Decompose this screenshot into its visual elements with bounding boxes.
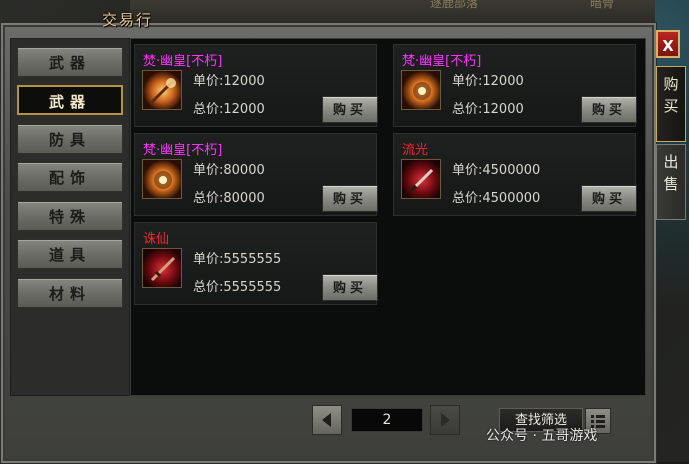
unit-price: 单价:4500000 <box>452 163 541 178</box>
arrow-right-icon <box>441 413 450 427</box>
unit-price: 单价:12000 <box>193 74 265 89</box>
total-price: 总价:5555555 <box>193 280 282 295</box>
total-price: 总价:80000 <box>193 191 265 206</box>
arrow-left-icon <box>322 413 331 427</box>
location-label: 暗骨 <box>590 0 615 10</box>
category-sidebar: 武器 武器 防具 配饰 特殊 道具 材料 <box>10 38 130 396</box>
buy-button[interactable]: 购买 <box>581 185 637 212</box>
item-card: 梵·幽皇[不朽] 单价:80000 总价:80000 购买 <box>134 133 378 216</box>
item-card: 诛仙 单价:5555555 总价:5555555 购买 <box>134 222 378 305</box>
buy-button[interactable]: 购买 <box>322 185 378 212</box>
category-armor[interactable]: 防具 <box>17 124 123 154</box>
flame-staff-icon[interactable] <box>142 70 182 110</box>
tab-sell[interactable]: 出售 <box>656 144 686 220</box>
location-label: 逐鹿部落 <box>430 0 479 10</box>
buy-button[interactable]: 购买 <box>322 274 378 301</box>
category-materials[interactable]: 材料 <box>17 278 123 308</box>
item-card: 梵·幽皇[不朽] 单价:12000 总价:12000 购买 <box>393 44 637 127</box>
watermark: 公众号 · 五哥游戏 <box>486 428 598 444</box>
category-weapons-selected[interactable]: 武器 <box>17 85 123 115</box>
category-items[interactable]: 道具 <box>17 239 123 269</box>
item-name: 诛仙 <box>143 232 170 247</box>
buy-button[interactable]: 购买 <box>322 96 378 123</box>
next-page-button[interactable] <box>430 405 460 435</box>
item-name: 梵·幽皇[不朽] <box>143 143 223 158</box>
item-card: 焚·幽皇[不朽] 单价:12000 总价:12000 购买 <box>134 44 378 127</box>
category-special[interactable]: 特殊 <box>17 201 123 231</box>
total-price: 总价:12000 <box>193 102 265 117</box>
item-name: 梵·幽皇[不朽] <box>402 54 482 69</box>
flame-orb-icon[interactable] <box>401 70 441 110</box>
total-price: 总价:4500000 <box>452 191 541 206</box>
category-accessories[interactable]: 配饰 <box>17 162 123 192</box>
page-number: 2 <box>351 408 423 432</box>
total-price: 总价:12000 <box>452 102 524 117</box>
unit-price: 单价:80000 <box>193 163 265 178</box>
red-sword-icon[interactable] <box>142 248 182 288</box>
red-blade-icon[interactable] <box>401 159 441 199</box>
flame-orb-icon[interactable] <box>142 159 182 199</box>
close-button[interactable]: X <box>656 30 680 58</box>
unit-price: 单价:5555555 <box>193 252 282 267</box>
prev-page-button[interactable] <box>312 405 342 435</box>
item-name: 流光 <box>402 143 429 158</box>
listing-grid: 焚·幽皇[不朽] 单价:12000 总价:12000 购买 梵·幽皇[不朽] 单… <box>130 38 646 396</box>
unit-price: 单价:12000 <box>452 74 524 89</box>
buy-button[interactable]: 购买 <box>581 96 637 123</box>
item-name: 焚·幽皇[不朽] <box>143 54 223 69</box>
tab-buy-label: 购买 <box>663 75 679 115</box>
tab-buy[interactable]: 购买 <box>656 66 686 142</box>
item-card: 流光 单价:4500000 总价:4500000 购买 <box>393 133 637 216</box>
tab-sell-label: 出售 <box>663 153 679 193</box>
category-weapons[interactable]: 武器 <box>17 47 123 77</box>
window-title: 交易行 <box>102 11 154 29</box>
